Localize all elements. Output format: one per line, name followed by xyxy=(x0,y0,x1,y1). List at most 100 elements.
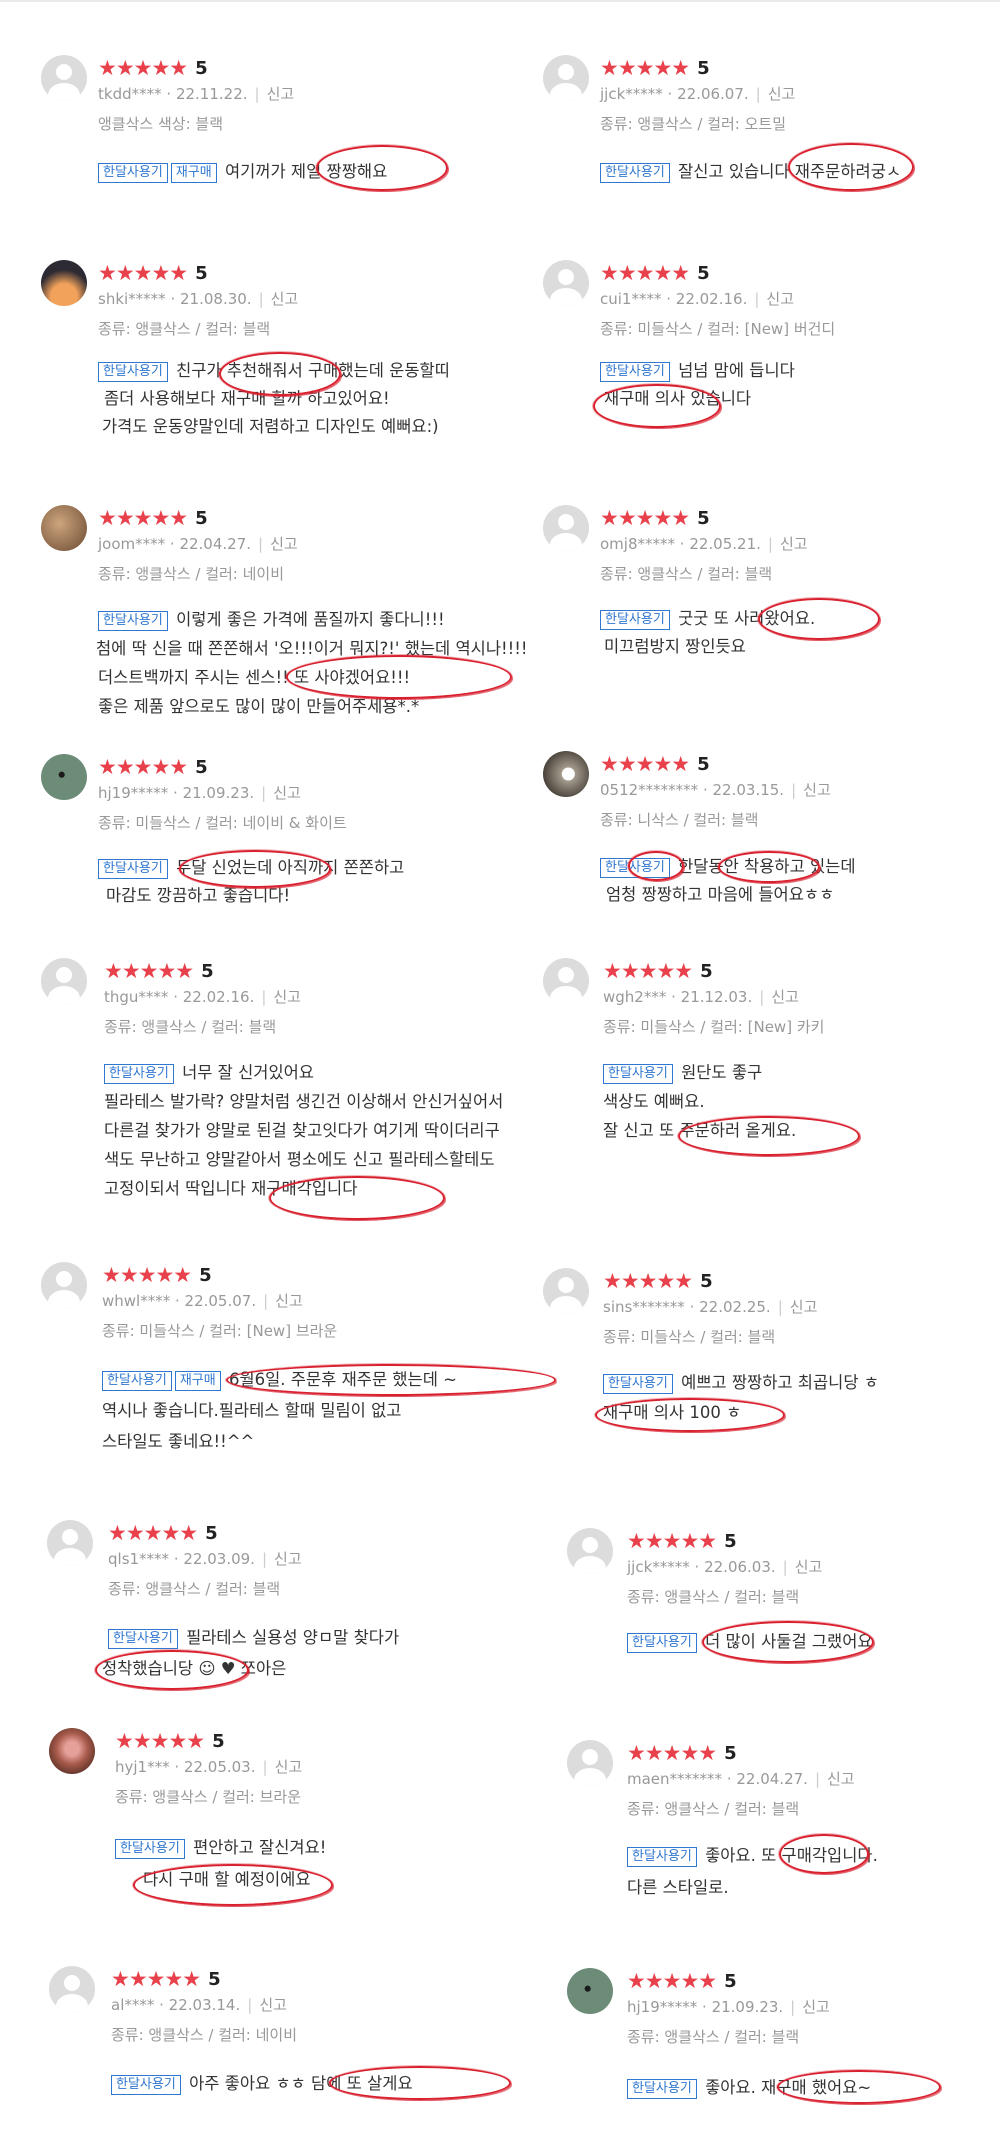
review-text-line: 예쁘고 짱짱하고 최곱니당 ㅎ xyxy=(681,1373,879,1392)
stars-icon: ★★★★★ xyxy=(603,1269,693,1293)
report-link[interactable]: 신고 xyxy=(274,1550,302,1568)
review-content: 한달사용기 좋아요. 재구매 했어요~ xyxy=(627,2074,871,2102)
star-rating: ★★★★★ 5 xyxy=(627,1740,737,1766)
review-date: 21.12.03. xyxy=(680,988,753,1006)
review-content: 한달사용기 예쁘고 짱짱하고 최곱니당 ㅎ 재구매 의사 100 ㅎ xyxy=(603,1368,879,1428)
report-link[interactable]: 신고 xyxy=(270,535,298,553)
review-text-line: 굿굿 또 사러왔어요. xyxy=(678,609,816,628)
report-link[interactable]: 신고 xyxy=(803,781,831,799)
rating-score: 5 xyxy=(700,1270,713,1292)
star-rating: ★★★★★ 5 xyxy=(111,1966,221,1992)
report-link[interactable]: 신고 xyxy=(271,290,299,308)
top-divider xyxy=(0,0,1000,2)
report-link[interactable]: 신고 xyxy=(273,784,301,802)
rating-score: 5 xyxy=(724,1970,737,1992)
review-content: 한달사용기 재구매 여기꺼가 제일 짱짱해요 xyxy=(98,158,387,186)
report-link[interactable]: 신고 xyxy=(259,1996,287,2014)
review-text-line: 필라테스 실용성 양ㅁ말 찾다가 xyxy=(186,1628,400,1647)
review-text-line: 다시 구매 할 예정이에요 xyxy=(143,1870,311,1889)
review-text-line: 미끄럼방지 짱인듯요 xyxy=(604,637,746,656)
review-date: 22.02.16. xyxy=(675,290,748,308)
review-date: 22.02.25. xyxy=(699,1298,771,1316)
stars-icon: ★★★★★ xyxy=(627,1529,717,1553)
rating-score: 5 xyxy=(700,960,713,982)
reviewer-id: cui1**** xyxy=(600,290,662,308)
rating-score: 5 xyxy=(697,57,710,79)
review-text-line: 역시나 좋습니다.필라테스 할때 밀림이 없고 xyxy=(102,1401,402,1420)
review-content: 한달사용기 재구매 6월6일. 주문후 재주문 했는데 ~ 역시나 좋습니다.필라… xyxy=(102,1364,457,1457)
stars-icon: ★★★★★ xyxy=(600,56,690,80)
review-text-line: 좋아요. 또 구매각입니다. xyxy=(705,1846,878,1865)
reviewer-id: sins******* xyxy=(603,1298,685,1316)
product-option: 종류: 미들삭스 / 컬러: [New] 카키 xyxy=(603,1018,825,1036)
report-link[interactable]: 신고 xyxy=(827,1770,855,1788)
review-date: 22.05.21. xyxy=(689,535,761,553)
review-text-line: 친구가 추천해줘서 구매했는데 운동할띠 xyxy=(176,361,450,380)
review-date: 21.08.30. xyxy=(180,290,252,308)
review-text-line: 원단도 좋구 xyxy=(681,1063,763,1082)
avatar-default-icon xyxy=(543,1268,589,1314)
report-link[interactable]: 신고 xyxy=(795,1558,823,1576)
star-rating: ★★★★★ 5 xyxy=(603,1268,713,1294)
product-option: 종류: 미들삭스 / 컬러: [New] 브라운 xyxy=(102,1322,338,1340)
report-link[interactable]: 신고 xyxy=(275,1292,303,1310)
monthly-review-badge: 한달사용기 xyxy=(600,163,670,183)
reviewer-id: omj8***** xyxy=(600,535,675,553)
avatar-default-icon xyxy=(543,260,589,306)
review-meta: cui1**** · 22.02.16. | 신고 xyxy=(600,290,795,308)
product-option: 종류: 앵클삭스 / 컬러: 블랙 xyxy=(108,1580,281,1598)
review-text-line: 좋아요. 재구매 했어요~ xyxy=(705,2078,872,2097)
review-meta: wgh2*** · 21.12.03. | 신고 xyxy=(603,988,799,1006)
report-link[interactable]: 신고 xyxy=(766,290,794,308)
stars-icon: ★★★★★ xyxy=(600,261,690,285)
avatar-default-icon xyxy=(41,958,87,1004)
review-text-line: 너무 잘 신거있어요 xyxy=(182,1063,314,1082)
review-meta: hj19***** · 21.09.23. | 신고 xyxy=(627,1998,830,2016)
monthly-review-badge: 한달사용기 xyxy=(98,362,168,382)
report-link[interactable]: 신고 xyxy=(802,1998,830,2016)
review-text-line: 여기꺼가 제일 짱짱해요 xyxy=(224,162,388,181)
repurchase-badge: 재구매 xyxy=(170,163,217,183)
review-date: 22.04.27. xyxy=(736,1770,808,1788)
report-link[interactable]: 신고 xyxy=(771,988,799,1006)
product-option: 종류: 앵클삭스 / 컬러: 블랙 xyxy=(627,1800,800,1818)
stars-icon: ★★★★★ xyxy=(98,755,188,779)
product-option: 종류: 미들삭스 / 컬러: 블랙 xyxy=(603,1328,776,1346)
review-content: 한달사용기 한달동안 착용하고 있는데 엄청 짱짱하고 마음에 들어요ㅎㅎ xyxy=(600,853,856,909)
rating-score: 5 xyxy=(212,1730,225,1752)
reviewer-id: hj19***** xyxy=(627,1998,698,2016)
monthly-review-badge: 한달사용기 xyxy=(600,610,670,630)
report-link[interactable]: 신고 xyxy=(768,85,796,103)
review-text-line: 엄청 짱짱하고 마음에 들어요ㅎㅎ xyxy=(606,885,835,904)
review-meta: 0512******** · 22.03.15. | 신고 xyxy=(600,781,831,799)
report-link[interactable]: 신고 xyxy=(267,85,295,103)
report-link[interactable]: 신고 xyxy=(273,988,301,1006)
report-link[interactable]: 신고 xyxy=(780,535,808,553)
review-meta: jjck***** · 22.06.07. | 신고 xyxy=(600,85,796,103)
review-date: 22.03.15. xyxy=(712,781,785,799)
avatar-default-icon xyxy=(41,1262,87,1308)
review-date: 21.09.23. xyxy=(711,1998,784,2016)
avatar-default-icon xyxy=(49,1966,95,2012)
review-date: 22.03.09. xyxy=(183,1550,255,1568)
review-text-line: 스타일도 좋네요!!^^ xyxy=(102,1432,255,1451)
monthly-review-badge: 한달사용기 xyxy=(98,163,168,183)
review-meta: qls1**** · 22.03.09. | 신고 xyxy=(108,1550,302,1568)
reviewer-id: qls1**** xyxy=(108,1550,170,1568)
avatar-photo xyxy=(41,505,87,551)
rating-score: 5 xyxy=(195,756,208,778)
monthly-review-badge: 한달사용기 xyxy=(115,1839,185,1859)
review-text-line: 아주 좋아요 ㅎㅎ 담에 또 살게요 xyxy=(189,2074,413,2093)
avatar-default-icon xyxy=(47,1520,93,1566)
report-link[interactable]: 신고 xyxy=(275,1758,303,1776)
product-option: 종류: 앵클삭스 / 컬러: 블랙 xyxy=(104,1018,277,1036)
star-rating: ★★★★★ 5 xyxy=(98,505,208,531)
review-content: 한달사용기 굿굿 또 사러왔어요. 미끄럼방지 짱인듯요 xyxy=(600,605,815,661)
monthly-review-badge: 한달사용기 xyxy=(600,362,670,382)
review-meta: shki***** · 21.08.30. | 신고 xyxy=(98,290,299,308)
avatar-photo xyxy=(49,1728,95,1774)
product-option: 앵클삭스 색상: 블랙 xyxy=(98,115,223,133)
report-link[interactable]: 신고 xyxy=(790,1298,818,1316)
reviewer-id: jjck***** xyxy=(627,1558,690,1576)
product-option: 종류: 앵클삭스 / 컬러: 블랙 xyxy=(627,1588,800,1606)
